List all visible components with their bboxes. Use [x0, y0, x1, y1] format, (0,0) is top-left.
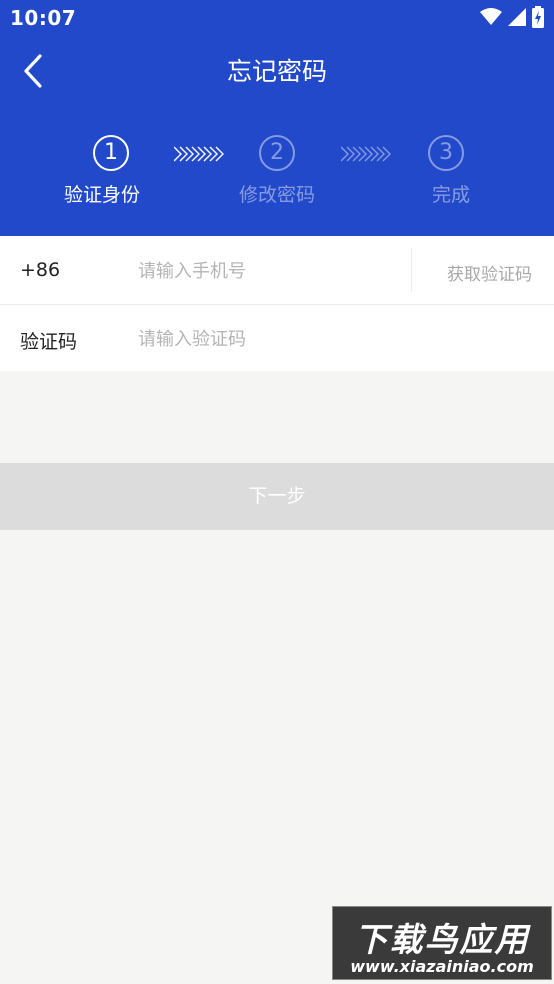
next-button[interactable]: 下一步 [0, 463, 554, 530]
status-time: 10:07 [10, 6, 77, 30]
page-title: 忘记密码 [226, 57, 327, 86]
step-2-label: 修改密码 [238, 184, 315, 206]
code-input[interactable] [138, 326, 518, 352]
code-label: 验证码 [20, 331, 78, 353]
watermark-title: 下载鸟应用 [354, 920, 530, 959]
status-icons [480, 6, 544, 28]
phone-input[interactable] [138, 258, 398, 284]
get-code-button[interactable]: 获取验证码 [447, 260, 532, 285]
divider [411, 248, 412, 292]
step-arrows-icon [174, 146, 224, 162]
battery-icon [532, 6, 544, 28]
header-bar: 10:07 忘记密码 1 验证身份 2 修改密码 3 完成 [0, 0, 554, 236]
country-code[interactable]: +86 [20, 259, 60, 281]
watermark-logo: 下载鸟应用 www.xiazainiao.com [332, 906, 552, 980]
signal-icon [508, 8, 526, 26]
step-3-circle: 3 [428, 135, 464, 171]
step-arrows-icon [341, 146, 391, 162]
wifi-icon [480, 8, 502, 25]
step-1-circle: 1 [93, 135, 129, 171]
step-2-circle: 2 [259, 135, 295, 171]
watermark-url: www.xiazainiao.com [350, 957, 534, 976]
code-row: 验证码 [0, 305, 554, 371]
step-3-label: 完成 [431, 184, 470, 206]
step-1-label: 验证身份 [63, 184, 140, 206]
phone-row: +86 获取验证码 [0, 236, 554, 304]
